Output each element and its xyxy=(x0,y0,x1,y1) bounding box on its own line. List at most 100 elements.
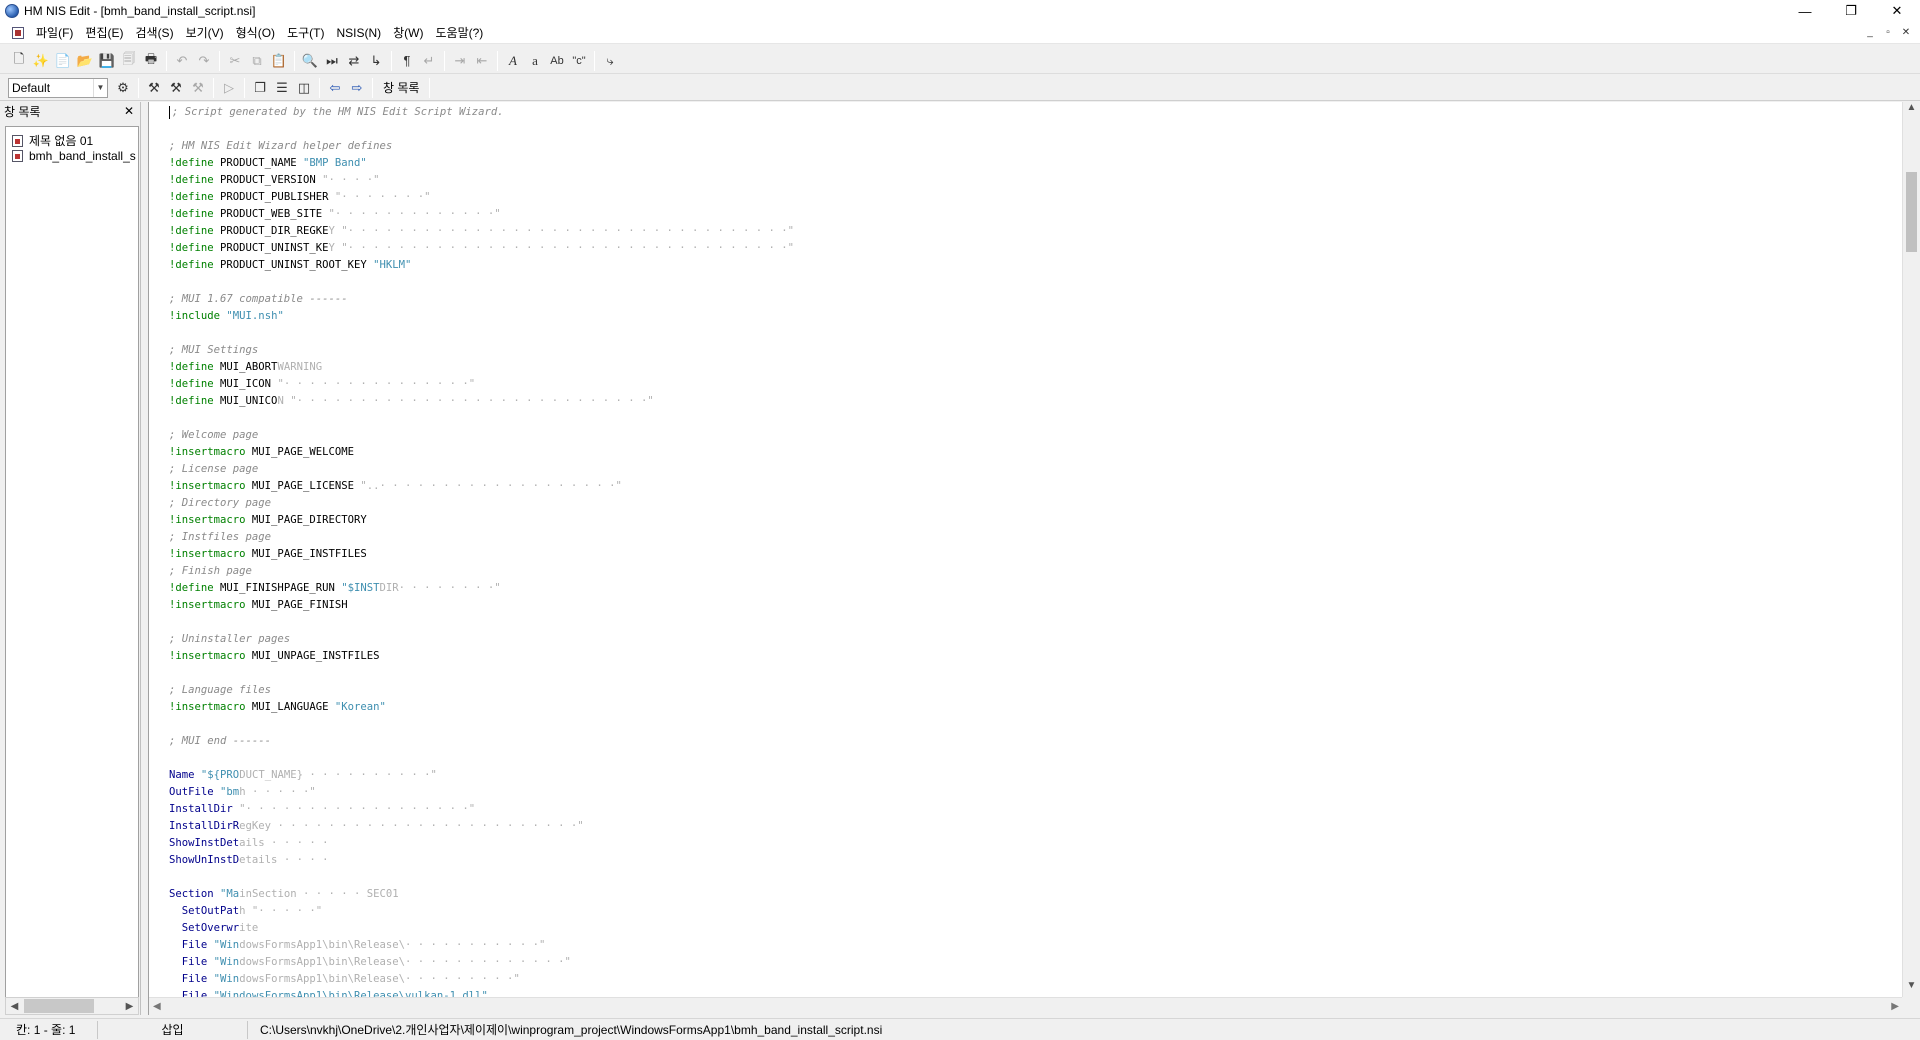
save-all-icon[interactable]: 🗐 xyxy=(118,50,140,72)
lowercase-icon[interactable]: a xyxy=(524,50,546,72)
code-line[interactable]: ; Language files xyxy=(169,682,1900,699)
code-line[interactable] xyxy=(169,869,1900,886)
editor-hscroll[interactable]: ◀ ▶ xyxy=(149,997,1903,1015)
code-line[interactable]: OutFile "bmh · · · · ·" xyxy=(169,784,1900,801)
outdent-icon[interactable]: ⇤ xyxy=(471,50,493,72)
code-line[interactable] xyxy=(169,274,1900,291)
template-icon[interactable]: 📄 xyxy=(52,50,74,72)
save-icon[interactable]: 💾 xyxy=(96,50,118,72)
highlighter-combo[interactable]: Default ▼ xyxy=(8,77,108,98)
menu-window[interactable]: 창(W) xyxy=(387,22,429,44)
code-line[interactable]: !define PRODUCT_VERSION "· · · ·" xyxy=(169,172,1900,189)
close-button[interactable]: ✕ xyxy=(1874,0,1920,22)
code-line[interactable]: SetOutPath "· · · · ·" xyxy=(169,903,1900,920)
cascade-windows-icon[interactable]: ❐ xyxy=(249,77,271,99)
scroll-down-icon[interactable]: ▼ xyxy=(1903,980,1920,997)
arrow-left-icon[interactable]: ⇦ xyxy=(324,77,346,99)
code-line[interactable]: !insertmacro MUI_PAGE_DIRECTORY xyxy=(169,512,1900,529)
code-line[interactable] xyxy=(169,325,1900,342)
browse-icon[interactable]: ⚙ xyxy=(112,77,134,99)
code-line[interactable]: File "WindowsFormsApp1\bin\Release\vulka… xyxy=(169,988,1900,997)
code-line[interactable]: ; Directory page xyxy=(169,495,1900,512)
code-line[interactable]: !insertmacro MUI_PAGE_LICENSE "..· · · ·… xyxy=(169,478,1900,495)
code-area[interactable]: ; Script generated by the HM NIS Edit Sc… xyxy=(169,104,1900,997)
code-line[interactable]: ; Uninstaller pages xyxy=(169,631,1900,648)
list-item[interactable]: 제목 없음 01 xyxy=(6,133,138,148)
code-line[interactable] xyxy=(169,750,1900,767)
code-line[interactable]: ; License page xyxy=(169,461,1900,478)
code-line[interactable] xyxy=(169,665,1900,682)
chevron-down-icon[interactable]: ▼ xyxy=(93,78,107,97)
mdi-restore-button[interactable]: ▫ xyxy=(1880,25,1896,40)
code-line[interactable]: Name "${PRODUCT_NAME} · · · · · · · · · … xyxy=(169,767,1900,784)
tile-vertical-icon[interactable]: ◫ xyxy=(293,77,315,99)
code-line[interactable] xyxy=(169,614,1900,631)
run-icon[interactable]: ▷ xyxy=(218,77,240,99)
uppercase-icon[interactable]: A xyxy=(502,50,524,72)
code-line[interactable]: !define PRODUCT_UNINST_ROOT_KEY "HKLM" xyxy=(169,257,1900,274)
code-line[interactable]: ; MUI Settings xyxy=(169,342,1900,359)
quote-icon[interactable]: "c" xyxy=(568,50,590,72)
goto-line-icon[interactable]: ↳ xyxy=(365,50,387,72)
code-line[interactable]: !insertmacro MUI_PAGE_INSTFILES xyxy=(169,546,1900,563)
code-line[interactable]: File "WindowsFormsApp1\bin\Release\· · ·… xyxy=(169,954,1900,971)
code-line[interactable] xyxy=(169,121,1900,138)
close-icon[interactable]: ✕ xyxy=(124,104,134,118)
show-whitespace-icon[interactable]: ¶ xyxy=(396,50,418,72)
code-line[interactable]: ; Instfiles page xyxy=(169,529,1900,546)
code-line[interactable]: Section "MainSection · · · · · SEC01 xyxy=(169,886,1900,903)
compile-icon[interactable]: ⚒ xyxy=(143,77,165,99)
code-line[interactable]: !define MUI_FINISHPAGE_RUN "$INSTDIR· · … xyxy=(169,580,1900,597)
code-line[interactable]: !insertmacro MUI_PAGE_WELCOME xyxy=(169,444,1900,461)
menu-help[interactable]: 도움말(?) xyxy=(430,22,490,44)
code-line[interactable]: !define MUI_UNICON "· · · · · · · · · · … xyxy=(169,393,1900,410)
replace-icon[interactable]: ⇄ xyxy=(343,50,365,72)
print-icon[interactable]: 🖶 xyxy=(140,50,162,72)
menu-nsis[interactable]: NSIS(N) xyxy=(330,22,387,44)
menu-view[interactable]: 보기(V) xyxy=(180,22,230,44)
stop-compile-icon[interactable]: ⚒ xyxy=(187,77,209,99)
word-wrap-icon[interactable]: ↵ xyxy=(418,50,440,72)
code-line[interactable]: !define MUI_ABORTWARNING xyxy=(169,359,1900,376)
document-system-menu-icon[interactable] xyxy=(12,26,24,39)
code-line[interactable]: !define PRODUCT_NAME "BMP Band" xyxy=(169,155,1900,172)
window-list-hscroll[interactable]: ◀ ▶ xyxy=(5,997,139,1015)
tile-horizontal-icon[interactable]: ☰ xyxy=(271,77,293,99)
restore-button[interactable]: ❐ xyxy=(1828,0,1874,22)
open-folder-icon[interactable]: 📂 xyxy=(74,50,96,72)
mdi-close-button[interactable]: ✕ xyxy=(1898,25,1914,40)
code-line[interactable]: ShowInstDetails · · · · · xyxy=(169,835,1900,852)
new-file-icon[interactable]: 🗋 xyxy=(8,50,30,72)
code-line[interactable]: File "WindowsFormsApp1\bin\Release\· · ·… xyxy=(169,971,1900,988)
mdi-minimize-button[interactable]: _ xyxy=(1862,25,1878,40)
code-line[interactable]: !insertmacro MUI_PAGE_FINISH xyxy=(169,597,1900,614)
code-line[interactable]: InstallDir "· · · · · · · · · · · · · · … xyxy=(169,801,1900,818)
code-line[interactable]: !define PRODUCT_PUBLISHER "· · · · · · ·… xyxy=(169,189,1900,206)
code-line[interactable]: ShowUnInstDetails · · · · xyxy=(169,852,1900,869)
arrow-right-icon[interactable]: ⇨ xyxy=(346,77,368,99)
cut-icon[interactable]: ✂ xyxy=(224,50,246,72)
editor-vscroll[interactable]: ▲ ▼ xyxy=(1902,102,1920,997)
scroll-right-icon[interactable]: ▶ xyxy=(1891,1001,1899,1012)
indent-icon[interactable]: ⇥ xyxy=(449,50,471,72)
code-line[interactable]: ; MUI end ------ xyxy=(169,733,1900,750)
scroll-thumb[interactable] xyxy=(1906,172,1917,252)
code-line[interactable]: !define PRODUCT_WEB_SITE "· · · · · · · … xyxy=(169,206,1900,223)
minimize-button[interactable]: — xyxy=(1782,0,1828,22)
code-line[interactable]: SetOverwrite xyxy=(169,920,1900,937)
redo-icon[interactable]: ↷ xyxy=(193,50,215,72)
menu-format[interactable]: 형식(O) xyxy=(230,22,281,44)
code-line[interactable]: !define PRODUCT_UNINST_KEY "· · · · · · … xyxy=(169,240,1900,257)
compile-run-icon[interactable]: ⚒ xyxy=(165,77,187,99)
copy-icon[interactable]: ⧉ xyxy=(246,50,268,72)
scroll-up-icon[interactable]: ▲ xyxy=(1903,102,1920,119)
code-line[interactable]: ; HM NIS Edit Wizard helper defines xyxy=(169,138,1900,155)
scroll-left-icon[interactable]: ◀ xyxy=(6,1001,23,1012)
goto-icon[interactable]: ⤷ xyxy=(599,50,621,72)
paste-icon[interactable]: 📋 xyxy=(268,50,290,72)
code-line[interactable] xyxy=(169,716,1900,733)
code-line[interactable]: ; MUI 1.67 compatible ------ xyxy=(169,291,1900,308)
code-line[interactable]: !define PRODUCT_DIR_REGKEY "· · · · · · … xyxy=(169,223,1900,240)
wizard-icon[interactable]: ✨ xyxy=(30,50,52,72)
code-editor[interactable]: ; Script generated by the HM NIS Edit Sc… xyxy=(148,102,1920,1015)
